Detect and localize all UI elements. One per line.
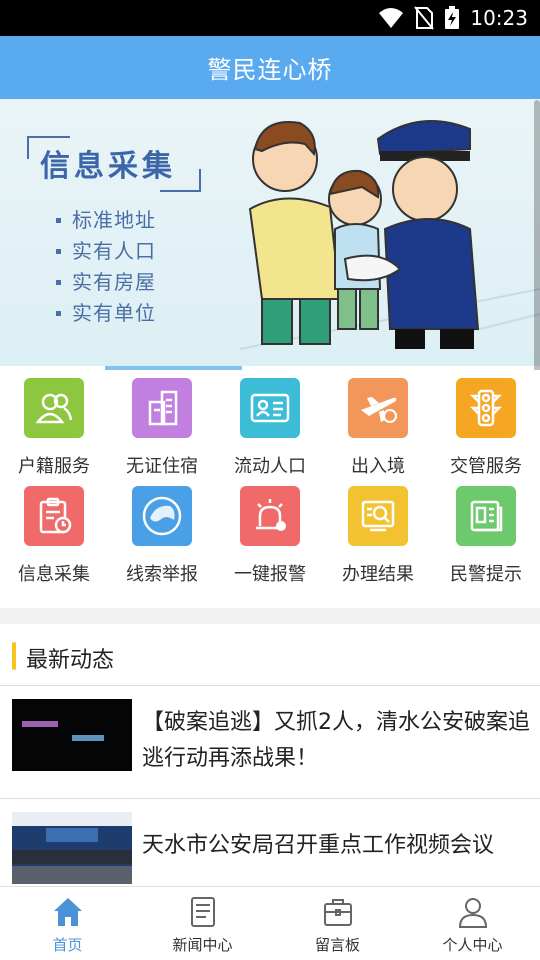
nav-home[interactable]: 首页 (0, 887, 135, 960)
service-label: 出入境 (351, 456, 405, 477)
status-time: 10:23 (470, 6, 528, 30)
service-label: 户籍服务 (18, 456, 90, 477)
service-clue-report[interactable]: 线索举报 (108, 478, 216, 586)
no-sim-icon (414, 6, 435, 30)
person-icon (458, 898, 487, 928)
alarm-light-icon (240, 486, 300, 546)
banner-list: 标准地址 实有人口 实有房屋 实有单位 (56, 205, 156, 329)
service-label: 无证住宿 (126, 456, 198, 477)
nav-label: 留言板 (314, 936, 360, 954)
service-one-key-alarm[interactable]: 一键报警 (216, 478, 324, 586)
service-label: 交管服务 (450, 456, 522, 477)
news-section: 最新动态 【破案追逃】又抓2人，清水公安破案追逃行动再添战果！ 天水市公安局召开… (0, 624, 540, 886)
clipboard-clock-icon (24, 486, 84, 546)
building-icon (132, 378, 192, 438)
wifi-icon (379, 8, 404, 28)
news-item-title: 【破案追逃】又抓2人，清水公安破案追逃行动再添战果！ (142, 710, 530, 771)
service-label: 流动人口 (234, 456, 306, 477)
service-lodging[interactable]: 无证住宿 (108, 370, 216, 478)
news-item[interactable]: 【破案追逃】又抓2人，清水公安破案追逃行动再添战果！ (0, 687, 540, 799)
traffic-light-icon (456, 378, 516, 438)
service-label: 办理结果 (342, 564, 414, 585)
service-police-tips[interactable]: 民警提示 (432, 478, 540, 586)
status-bar: 10:23 (0, 0, 540, 36)
briefcase-icon (323, 899, 352, 926)
news-thumbnail (12, 699, 132, 771)
search-document-icon (348, 486, 408, 546)
eagle-icon (132, 486, 192, 546)
news-section-title: 最新动态 (26, 648, 115, 673)
service-household[interactable]: 户籍服务 (0, 370, 108, 478)
id-card-icon (240, 378, 300, 438)
home-icon (53, 898, 82, 926)
service-exit-entry[interactable]: 出入境 (324, 370, 432, 478)
nav-label: 个人中心 (442, 936, 503, 954)
battery-charging-icon (445, 6, 460, 29)
service-info-collection[interactable]: 信息采集 (0, 478, 108, 586)
service-label: 线索举报 (126, 564, 198, 585)
service-label: 民警提示 (450, 564, 522, 585)
banner-carousel[interactable]: 信息采集 标准地址 实有人口 实有房屋 实有单位 (0, 99, 540, 369)
nav-label: 首页 (52, 936, 83, 954)
service-floating-population[interactable]: 流动人口 (216, 370, 324, 478)
app-header: 警民连心桥 (0, 36, 540, 99)
banner-list-item: 实有人口 (56, 236, 156, 267)
nav-label: 新闻中心 (172, 936, 233, 954)
bottom-nav: 首页 新闻中心 留言板 个人中心 (0, 886, 540, 960)
news-item[interactable]: 天水市公安局召开重点工作视频会议 (0, 800, 540, 886)
banner-list-item: 实有单位 (56, 298, 156, 329)
nav-personal-center[interactable]: 个人中心 (405, 887, 540, 960)
service-label: 一键报警 (234, 564, 306, 585)
nav-message-board[interactable]: 留言板 (270, 887, 405, 960)
airplane-icon (348, 378, 408, 438)
service-label: 信息采集 (18, 564, 90, 585)
news-icon (190, 897, 215, 927)
service-traffic[interactable]: 交管服务 (432, 370, 540, 478)
household-icon (24, 378, 84, 438)
banner-list-item: 标准地址 (56, 205, 156, 236)
app-title: 警民连心桥 (207, 56, 333, 84)
news-thumbnail (12, 812, 132, 884)
nav-news-center[interactable]: 新闻中心 (135, 887, 270, 960)
status-icons: 10:23 (378, 6, 528, 30)
news-header: 最新动态 (0, 624, 540, 686)
banner-list-item: 实有房屋 (56, 267, 156, 298)
news-item-title: 天水市公安局召开重点工作视频会议 (142, 833, 495, 858)
service-results[interactable]: 办理结果 (324, 478, 432, 586)
services-grid: 户籍服务 无证住宿 流动人口 出入境 交管服务 信息采集 线索举报 一键报警 办… (0, 370, 540, 608)
notice-icon (456, 486, 516, 546)
news-header-accent (12, 642, 16, 670)
banner-title: 信息采集 (40, 149, 176, 184)
